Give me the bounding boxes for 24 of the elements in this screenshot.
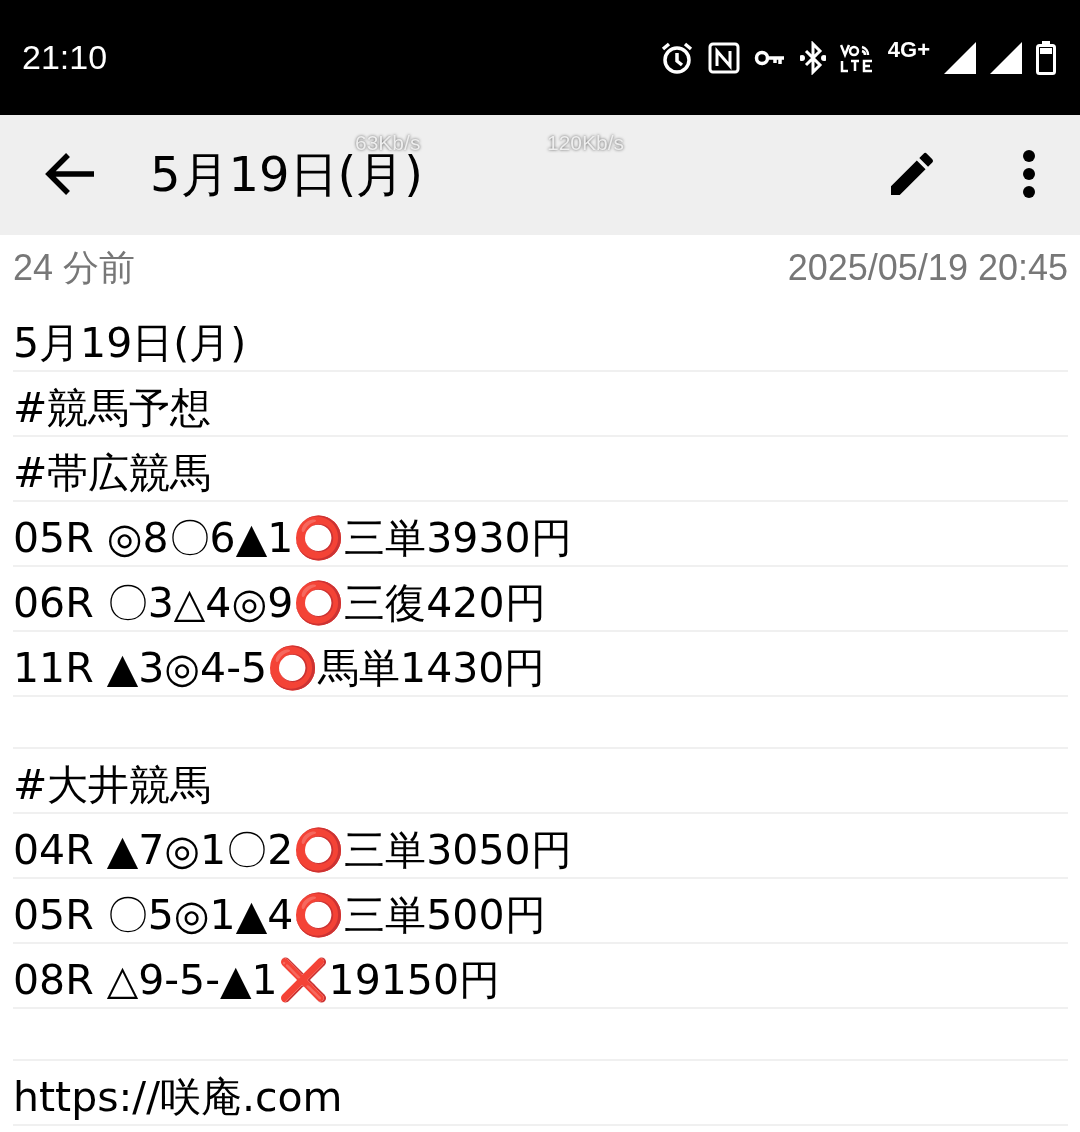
- note-line: #競馬予想: [13, 383, 212, 434]
- note-line: 04R ▲7◎1〇2⭕三単3050円: [13, 825, 572, 876]
- volte-icon: [839, 42, 874, 73]
- network-type: 4G+: [887, 36, 930, 63]
- signal-icon: [944, 41, 976, 74]
- network-speed: 120Kb/s: [547, 131, 625, 155]
- note-line: #大井競馬: [13, 760, 212, 811]
- relative-time: 24 分前: [13, 245, 136, 290]
- note-line: 08R △9-5-▲1❌19150円: [13, 955, 501, 1006]
- note-line: 11R ▲3◎4-5⭕馬単1430円: [13, 643, 546, 694]
- note-line: 5月19日(月): [13, 318, 247, 369]
- note-line: 06R 〇3△4◎9⭕三復420円: [13, 578, 546, 629]
- alarm-icon: [659, 40, 694, 75]
- bluetooth-icon: [799, 40, 826, 75]
- battery-icon: [1036, 40, 1056, 75]
- note-line: #帯広競馬: [13, 448, 212, 499]
- signal-icon: [990, 41, 1022, 74]
- note-line: https://咲庵.com: [13, 1072, 343, 1123]
- nfc-icon: [707, 41, 740, 74]
- note-line: 05R ◎8〇6▲1⭕三単3930円: [13, 513, 572, 564]
- note-line: 05R 〇5◎1▲4⭕三単500円: [13, 890, 546, 941]
- clock-time: 21:10: [22, 38, 109, 77]
- timestamp: 2025/05/19 20:45: [787, 247, 1068, 289]
- network-speed: 63Kb/s: [355, 131, 421, 154]
